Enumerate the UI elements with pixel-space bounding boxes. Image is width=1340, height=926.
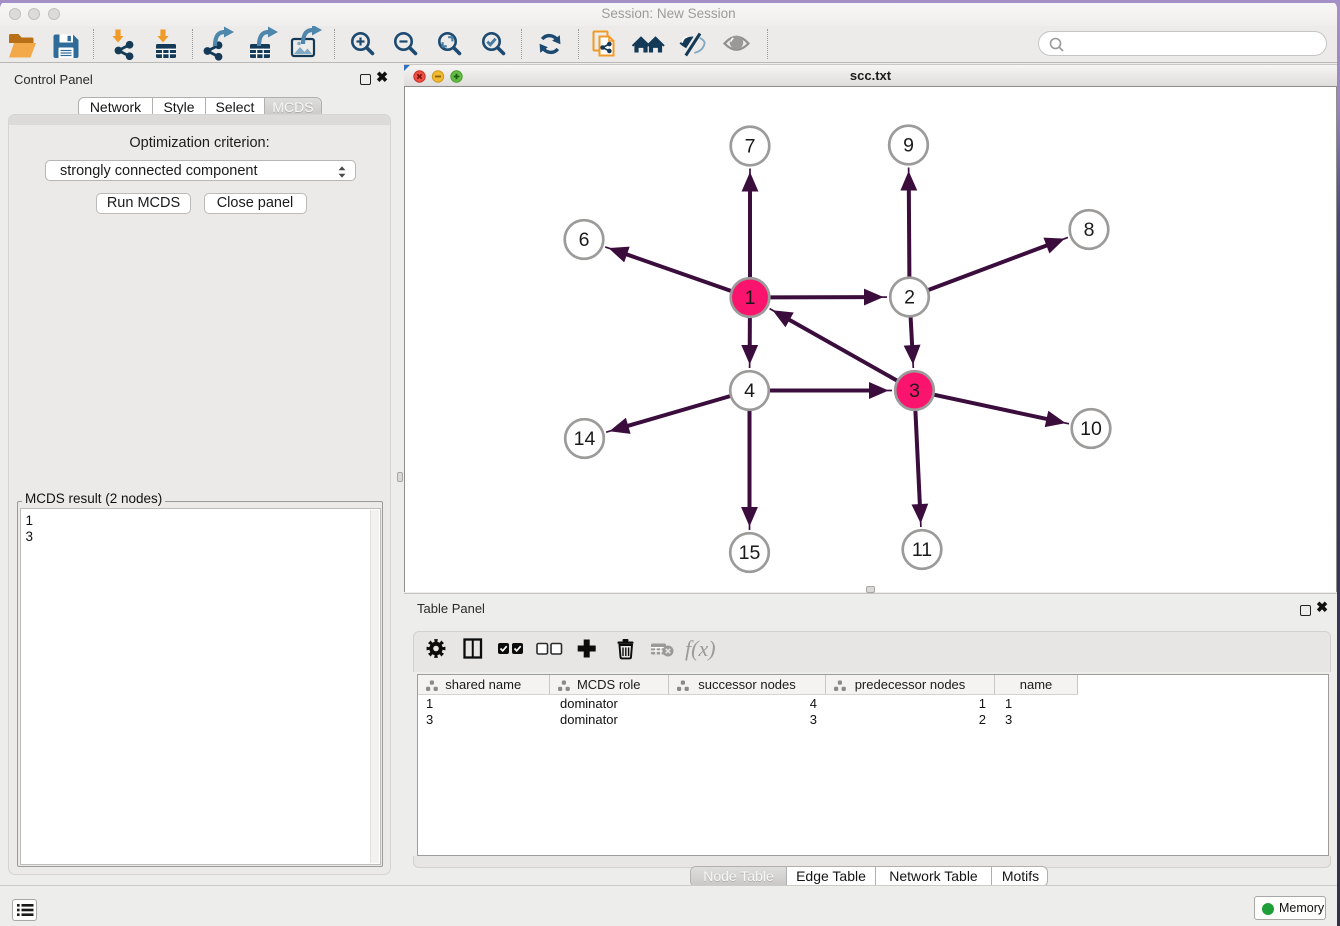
svg-text:9: 9 bbox=[903, 135, 914, 157]
svg-text:6: 6 bbox=[579, 229, 590, 251]
svg-text:14: 14 bbox=[574, 428, 596, 450]
svg-text:8: 8 bbox=[1084, 219, 1095, 241]
svg-text:2: 2 bbox=[904, 287, 915, 309]
svg-text:15: 15 bbox=[739, 542, 761, 564]
svg-text:1: 1 bbox=[745, 287, 756, 309]
svg-text:3: 3 bbox=[909, 380, 920, 402]
svg-text:10: 10 bbox=[1080, 418, 1102, 440]
svg-text:7: 7 bbox=[745, 136, 756, 158]
svg-text:f(x): f(x) bbox=[685, 636, 716, 661]
svg-text:11: 11 bbox=[912, 539, 932, 561]
svg-text:4: 4 bbox=[744, 380, 755, 402]
